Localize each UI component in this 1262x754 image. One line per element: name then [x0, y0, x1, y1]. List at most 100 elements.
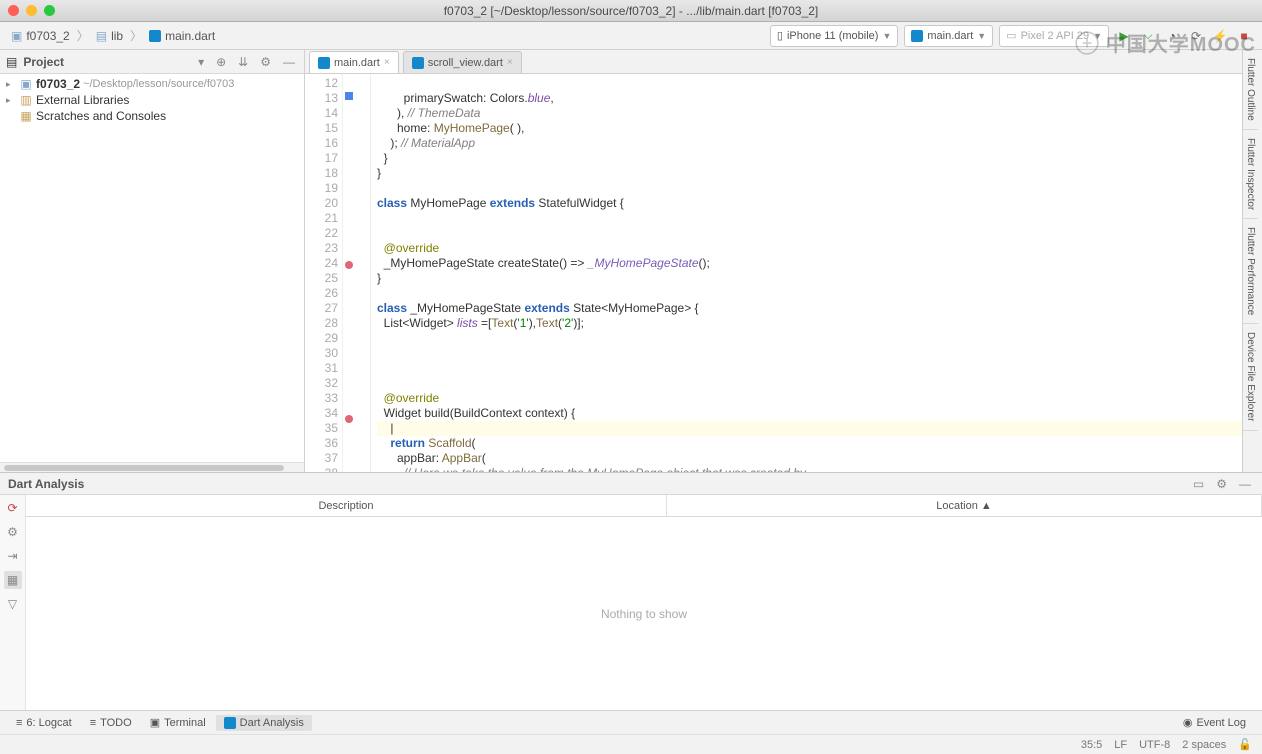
logcat-icon: ≡ [16, 717, 22, 729]
analysis-header: Dart Analysis ▭ ⚙ — [0, 473, 1262, 495]
breadcrumb-project[interactable]: ▣ f0703_2 [6, 27, 75, 45]
chevron-down-icon: ▼ [882, 31, 891, 41]
scratch-icon: ▦ [19, 109, 33, 123]
tree-external-libs[interactable]: ▸ ▥ External Libraries [0, 92, 304, 108]
dart-icon [224, 717, 236, 729]
bottom-tab-terminal[interactable]: ▣Terminal [142, 714, 214, 731]
run-button[interactable]: ▶ [1113, 25, 1135, 47]
breadcrumb-folder[interactable]: ▤ lib [91, 27, 128, 45]
hide-icon[interactable]: — [1236, 477, 1254, 491]
refresh-icon[interactable]: ⟳ [4, 499, 22, 517]
profile-button[interactable]: ◔ [1161, 25, 1183, 47]
external-libs-label: External Libraries [36, 93, 129, 107]
settings-icon[interactable]: ⚙ [4, 523, 22, 541]
stop-button[interactable]: ■ [1233, 25, 1255, 47]
window-close[interactable] [8, 5, 19, 16]
group-icon[interactable]: ▦ [4, 571, 22, 589]
bottom-tool-strip: ≡6: Logcat ≡TODO ▣Terminal Dart Analysis… [0, 710, 1262, 734]
lock-icon[interactable]: 🔓 [1238, 738, 1252, 751]
caret-position[interactable]: 35:5 [1081, 739, 1102, 751]
marker-gutter [343, 74, 355, 472]
debug-button[interactable]: ⌵ [1137, 25, 1159, 47]
chevron-down-icon: ▼ [1093, 31, 1102, 41]
project-horizontal-scrollbar[interactable] [0, 462, 304, 472]
run-config-selector[interactable]: main.dart ▼ [904, 25, 993, 47]
right-tab-outline[interactable]: Flutter Outline [1243, 50, 1258, 130]
sort-asc-icon: ▲ [981, 500, 992, 512]
bottom-tab-dart-analysis[interactable]: Dart Analysis [216, 715, 312, 731]
dart-icon [412, 57, 424, 69]
gear-icon[interactable]: ⚙ [1213, 477, 1230, 491]
code-content[interactable]: primarySwatch: Colors.blue, ), // ThemeD… [371, 74, 1242, 472]
editor-body[interactable]: 1213141516171819202122232425262728293031… [305, 74, 1242, 472]
indent[interactable]: 2 spaces [1182, 739, 1226, 751]
device-frame-icon: ▭ [1006, 29, 1016, 42]
window-zoom[interactable] [44, 5, 55, 16]
tree-root[interactable]: ▸ ▣ f0703_2 ~/Desktop/lesson/source/f070… [0, 76, 304, 92]
column-location[interactable]: Location ▲ [667, 495, 1262, 516]
analysis-title: Dart Analysis [8, 477, 1184, 491]
event-log-icon: ◉ [1183, 716, 1193, 729]
window-minimize[interactable] [26, 5, 37, 16]
dart-icon [911, 30, 923, 42]
folder-icon: ▣ [19, 77, 33, 91]
tree-root-path: ~/Desktop/lesson/source/f0703 [83, 78, 234, 90]
flash-button[interactable]: ⚡ [1209, 25, 1231, 47]
chevron-down-icon[interactable]: ▾ [195, 55, 207, 69]
device-label: iPhone 11 (mobile) [787, 30, 879, 42]
bottom-tab-event-log[interactable]: ◉Event Log [1175, 714, 1254, 731]
breadcrumb-file[interactable]: main.dart [144, 27, 220, 45]
project-view-icon: ▤ [6, 55, 17, 69]
bottom-tab-logcat[interactable]: ≡6: Logcat [8, 715, 80, 731]
breadcrumb-separator: 〉 [130, 27, 142, 44]
device-selector[interactable]: ▯ iPhone 11 (mobile) ▼ [770, 25, 899, 47]
autoscroll-icon[interactable]: ⇥ [4, 547, 22, 565]
gear-icon[interactable]: ⚙ [257, 55, 274, 69]
line-number-gutter: 1213141516171819202122232425262728293031… [305, 74, 343, 472]
breadcrumb-folder-label: lib [111, 29, 123, 43]
dart-icon [149, 30, 161, 42]
right-tool-strip: Flutter Outline Flutter Inspector Flutte… [1242, 50, 1262, 472]
right-tab-inspector[interactable]: Flutter Inspector [1243, 130, 1258, 219]
phone-icon: ▯ [777, 29, 783, 42]
emulator-selector[interactable]: ▭ Pixel 2 API 29 ▼ [999, 25, 1109, 47]
editor-tab-scrollview[interactable]: scroll_view.dart × [403, 51, 522, 73]
column-description[interactable]: Description [26, 495, 667, 516]
expand-arrow-icon[interactable]: ▸ [6, 79, 16, 90]
chat-icon[interactable]: ▭ [1190, 477, 1207, 491]
hide-icon[interactable]: — [280, 55, 298, 69]
close-icon[interactable]: × [384, 57, 390, 68]
project-title[interactable]: Project [23, 55, 189, 69]
tree-root-label: f0703_2 [36, 77, 80, 91]
collapse-icon[interactable]: ⇊ [235, 55, 251, 69]
dart-analysis-panel: Dart Analysis ▭ ⚙ — ⟳ ⚙ ⇥ ▦ ▽ Descriptio… [0, 472, 1262, 710]
terminal-icon: ▣ [150, 716, 160, 729]
analysis-table: Description Location ▲ Nothing to show [26, 495, 1262, 710]
editor-area: main.dart × scroll_view.dart × 121314151… [305, 50, 1242, 472]
editor-tab-main[interactable]: main.dart × [309, 51, 399, 73]
attach-button[interactable]: ⟳ [1185, 25, 1207, 47]
library-icon: ▥ [19, 93, 33, 107]
line-ending[interactable]: LF [1114, 739, 1127, 751]
filter-icon[interactable]: ▽ [4, 595, 22, 613]
encoding[interactable]: UTF-8 [1139, 739, 1170, 751]
navigation-bar: ▣ f0703_2 〉 ▤ lib 〉 main.dart ▯ iPhone 1… [0, 22, 1262, 50]
project-header: ▤ Project ▾ ⊕ ⇊ ⚙ — [0, 50, 304, 74]
breadcrumb-project-label: f0703_2 [26, 29, 69, 43]
scratches-label: Scratches and Consoles [36, 109, 166, 123]
bottom-tab-todo[interactable]: ≡TODO [82, 715, 140, 731]
config-label: main.dart [927, 30, 973, 42]
analysis-toolbar: ⟳ ⚙ ⇥ ▦ ▽ [0, 495, 26, 710]
right-tab-device-explorer[interactable]: Device File Explorer [1243, 324, 1258, 430]
project-tree[interactable]: ▸ ▣ f0703_2 ~/Desktop/lesson/source/f070… [0, 74, 304, 462]
todo-icon: ≡ [90, 717, 96, 729]
breadcrumb-separator: 〉 [77, 27, 89, 44]
right-tab-performance[interactable]: Flutter Performance [1243, 219, 1258, 324]
status-bar: 35:5 LF UTF-8 2 spaces 🔓 [0, 734, 1262, 754]
expand-arrow-icon[interactable]: ▸ [6, 95, 16, 106]
tab-label: main.dart [334, 57, 380, 69]
tree-scratches[interactable]: ▦ Scratches and Consoles [0, 108, 304, 124]
close-icon[interactable]: × [507, 57, 513, 68]
target-icon[interactable]: ⊕ [213, 55, 229, 69]
fold-gutter [355, 74, 371, 472]
